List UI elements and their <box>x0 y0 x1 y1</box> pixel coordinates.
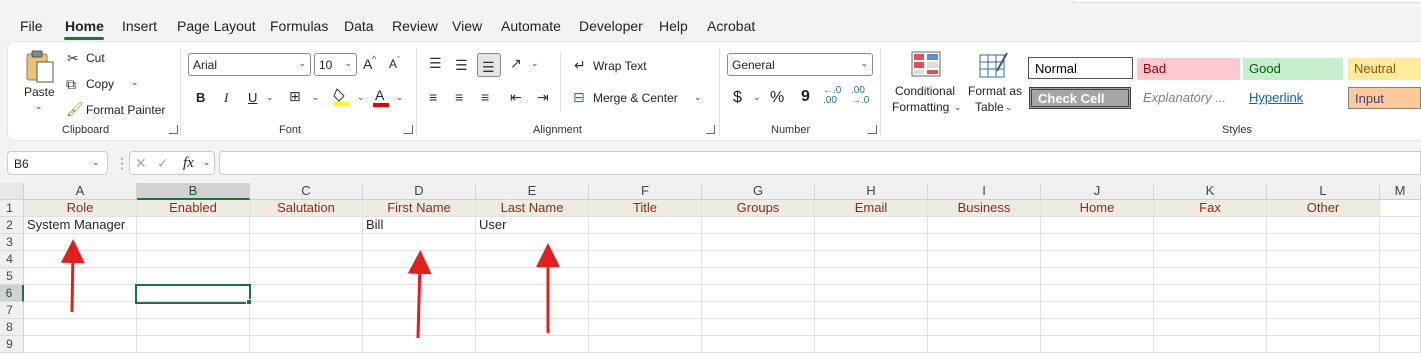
red-arrow-icon <box>407 250 432 339</box>
red-arrow-icon <box>60 239 85 313</box>
excel-window: File Home Insert Page Layout Formulas Da… <box>0 0 1421 360</box>
annotation-layer <box>60 239 560 339</box>
